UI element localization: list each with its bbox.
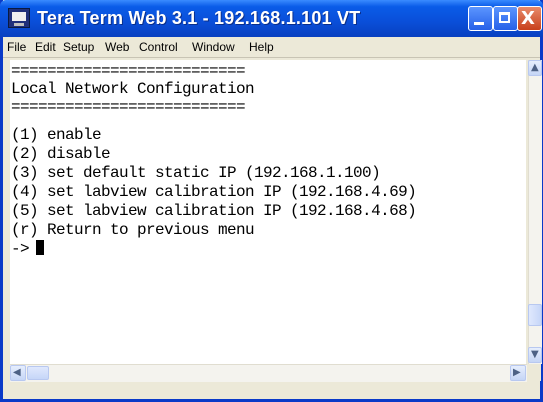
menu-window[interactable]: Window — [192, 40, 235, 54]
scroll-up-button[interactable]: ▲ — [528, 60, 542, 76]
terminal-line-option: (5) set labview calibration IP (192.168.… — [11, 202, 417, 220]
terminal-app-icon[interactable] — [8, 8, 30, 28]
terminal-line-option: (1) enable — [11, 126, 102, 144]
scroll-down-arrow-icon: ▼ — [531, 349, 539, 360]
window-title: Tera Term Web 3.1 - 192.168.1.101 VT — [37, 8, 361, 28]
close-icon: X — [521, 8, 535, 29]
menu-file[interactable]: File — [7, 40, 26, 54]
terminal-line-separator: ========================== — [11, 98, 246, 116]
resize-grip-icon[interactable] — [527, 364, 541, 381]
maximize-button[interactable] — [493, 6, 518, 31]
menu-control[interactable]: Control — [139, 40, 178, 54]
menu-bar: File Edit Setup Web Control Window Help — [3, 37, 540, 58]
scroll-down-button[interactable]: ▼ — [528, 347, 542, 363]
close-button[interactable]: X — [517, 6, 542, 31]
terminal-line-heading: Local Network Configuration — [11, 80, 255, 98]
scroll-right-arrow-icon: ▶ — [513, 367, 521, 378]
scroll-right-button[interactable]: ▶ — [510, 365, 526, 381]
menu-edit[interactable]: Edit — [35, 40, 56, 54]
app-icon-screen — [12, 12, 26, 21]
terminal-line-option: (3) set default static IP (192.168.1.100… — [11, 164, 381, 182]
minimize-icon — [474, 22, 484, 25]
maximize-icon — [499, 12, 510, 23]
terminal-line-option: (4) set labview calibration IP (192.168.… — [11, 183, 417, 201]
text-cursor — [36, 240, 45, 255]
terminal-prompt: -> — [11, 240, 30, 258]
title-bar[interactable]: Tera Term Web 3.1 - 192.168.1.101 VT X — [0, 0, 543, 37]
menu-web[interactable]: Web — [105, 40, 129, 54]
scroll-up-arrow-icon: ▲ — [531, 62, 539, 73]
menu-help[interactable]: Help — [249, 40, 274, 54]
vertical-scrollbar[interactable]: ▲ ▼ — [528, 60, 542, 364]
horizontal-scroll-thumb[interactable] — [27, 366, 49, 380]
minimize-button[interactable] — [468, 6, 493, 31]
app-icon-base — [14, 23, 24, 26]
vertical-scroll-thumb[interactable] — [528, 304, 542, 326]
terminal-line-option: (2) disable — [11, 145, 111, 163]
scroll-left-arrow-icon: ◀ — [13, 367, 21, 378]
menu-setup[interactable]: Setup — [63, 40, 94, 54]
scroll-left-button[interactable]: ◀ — [10, 365, 26, 381]
terminal-screen[interactable]: ========================== Local Network… — [10, 60, 526, 364]
terminal-line-option: (r) Return to previous menu — [11, 221, 255, 239]
tera-term-window: Tera Term Web 3.1 - 192.168.1.101 VT X F… — [0, 0, 543, 402]
horizontal-scrollbar[interactable]: ◀ ▶ — [10, 364, 527, 382]
terminal-prompt-line: -> — [11, 240, 45, 258]
terminal-line-separator: ========================== — [11, 62, 246, 80]
